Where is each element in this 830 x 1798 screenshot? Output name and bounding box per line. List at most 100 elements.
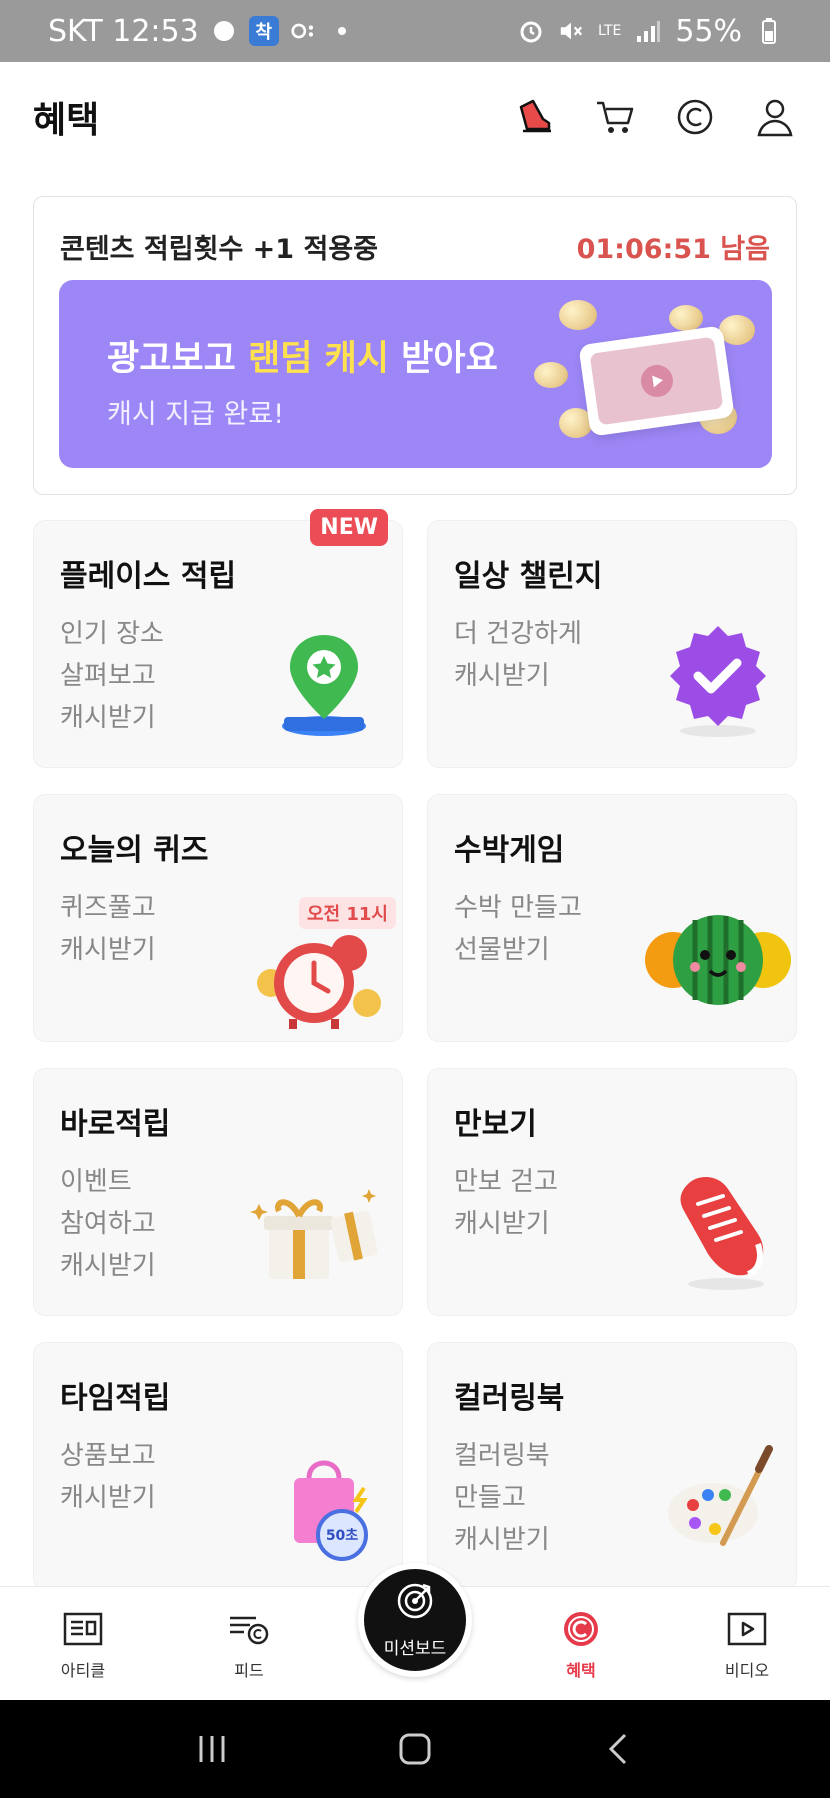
card-desc-line: 캐시받기 [60, 703, 156, 733]
nav-label: 비디오 [724, 1660, 770, 1680]
coin-icon [534, 362, 568, 388]
card-desc: 만보 걷고 캐시받기 [454, 1161, 558, 1245]
check-badge-icon [663, 621, 773, 745]
cash-coin-icon [559, 1607, 603, 1651]
card-desc-line: 캐시받기 [60, 935, 156, 965]
nav-feed[interactable]: 피드 [166, 1587, 332, 1700]
sneaker-icon [668, 1164, 778, 1298]
battery-icon [756, 18, 782, 44]
card-coloring-book[interactable]: 컬러링북 컬러링북 만들고 캐시받기 [427, 1342, 797, 1590]
card-title: 수박게임 [454, 833, 565, 868]
mission-board-button[interactable]: 미션보드 [358, 1563, 472, 1677]
signal-icon [635, 18, 661, 44]
banner-highlight: 랜덤 캐시 [248, 339, 389, 379]
card-desc-line: 만보 걷고 [454, 1167, 558, 1197]
system-nav-bar [0, 1700, 830, 1798]
card-title: 만보기 [454, 1107, 537, 1142]
card-title: 플레이스 적립 [60, 559, 237, 594]
card-desc-line: 캐시받기 [454, 1525, 550, 1555]
card-daily-quiz[interactable]: 오늘의 퀴즈 퀴즈풀고 캐시받기 오전 11시 [33, 794, 403, 1042]
card-desc: 인기 장소 살펴보고 캐시받기 [60, 613, 164, 739]
mission-board-label: 미션보드 [383, 1639, 447, 1659]
card-desc-line: 인기 장소 [60, 619, 164, 649]
card-title: 바로적립 [60, 1107, 171, 1142]
card-desc-line: 수박 만들고 [454, 893, 582, 923]
card-instant-reward[interactable]: 바로적립 이벤트 참여하고 캐시받기 [33, 1068, 403, 1316]
promo-title: 콘텐츠 적립횟수 +1 적용중 [60, 234, 379, 265]
card-desc: 상품보고 캐시받기 [60, 1435, 156, 1519]
card-daily-challenge[interactable]: 일상 챌린지 더 건강하게 캐시받기 [427, 520, 797, 768]
article-icon [61, 1607, 105, 1651]
card-title: 타임적립 [60, 1381, 171, 1416]
new-badge: NEW [310, 509, 388, 546]
card-title: 일상 챌린지 [454, 559, 603, 594]
cart-icon[interactable] [593, 95, 637, 139]
card-desc-line: 더 건강하게 [454, 619, 582, 649]
card-desc: 이벤트 참여하고 캐시받기 [60, 1161, 156, 1287]
card-desc-line: 캐시받기 [60, 1251, 156, 1281]
card-desc-line: 컬러링북 [454, 1441, 550, 1471]
card-desc-line: 상품보고 [60, 1441, 156, 1471]
card-desc: 더 건강하게 캐시받기 [454, 613, 582, 697]
card-place-reward[interactable]: NEW 플레이스 적립 인기 장소 살펴보고 캐시받기 [33, 509, 403, 768]
app-header: 혜택 [0, 62, 830, 172]
card-watermelon-game[interactable]: 수박게임 수박 만들고 선물받기 [427, 794, 797, 1042]
card-desc-line: 살펴보고 [60, 661, 156, 691]
card-desc-line: 선물받기 [454, 935, 550, 965]
coin-icon [559, 300, 597, 330]
nav-label: 피드 [234, 1660, 264, 1680]
app-notification-icon [211, 18, 237, 44]
banner-suffix: 받아요 [389, 339, 498, 379]
alarm-icon [518, 18, 544, 44]
home-icon[interactable] [385, 1719, 445, 1779]
card-desc: 수박 만들고 선물받기 [454, 887, 582, 971]
banner-headline: 광고보고 랜덤 캐시 받아요 [107, 330, 498, 381]
card-desc-line: 만들고 [454, 1483, 526, 1513]
card-desc-line: 캐시받기 [454, 1209, 550, 1239]
mute-icon [558, 18, 584, 44]
card-pedometer[interactable]: 만보기 만보 걷고 캐시받기 [427, 1068, 797, 1316]
profile-icon[interactable] [753, 95, 797, 139]
card-title: 오늘의 퀴즈 [60, 833, 209, 868]
cash-icon[interactable] [673, 95, 717, 139]
back-icon[interactable] [588, 1719, 648, 1779]
promo-card: 콘텐츠 적립횟수 +1 적용중 01:06:51 남음 광고보고 랜덤 캐시 받… [33, 196, 797, 495]
feed-icon [227, 1607, 271, 1651]
card-desc-line: 캐시받기 [454, 661, 550, 691]
paint-palette-icon [663, 1443, 783, 1567]
card-time-reward[interactable]: 타임적립 상품보고 캐시받기 50초 [33, 1342, 403, 1590]
battery-percent: 55% [675, 13, 742, 49]
video-icon [725, 1607, 769, 1651]
nav-video[interactable]: 비디오 [664, 1587, 830, 1700]
page-title: 혜택 [33, 100, 100, 141]
app-badge-icon: 착 [248, 16, 279, 46]
recent-apps-icon[interactable] [182, 1719, 242, 1779]
card-title: 컬러링북 [454, 1381, 565, 1416]
play-icon [638, 362, 676, 400]
status-bar: SKT 12:53 착 LTE 55% [0, 0, 830, 62]
dot-icon [329, 18, 355, 44]
card-desc-line: 퀴즈풀고 [60, 893, 156, 923]
alarm-clock-icon [249, 923, 389, 1037]
timer-badge: 50초 [316, 1509, 368, 1561]
card-desc: 퀴즈풀고 캐시받기 [60, 887, 156, 971]
nav-label: 아티클 [60, 1660, 106, 1680]
card-desc-line: 캐시받기 [60, 1483, 156, 1513]
promo-timer: 01:06:51 남음 [576, 234, 770, 265]
map-pin-icon [274, 631, 374, 745]
nav-benefits[interactable]: 혜택 [498, 1587, 664, 1700]
banner-prefix: 광고보고 [107, 339, 248, 379]
ad-reward-banner[interactable]: 광고보고 랜덤 캐시 받아요 캐시 지급 완료! [59, 280, 772, 468]
shoe-icon[interactable] [513, 95, 557, 139]
gift-box-icon [249, 1174, 389, 1298]
card-desc: 컬러링북 만들고 캐시받기 [454, 1435, 550, 1561]
coin-icon [719, 315, 755, 345]
watermelon-icon [643, 905, 793, 1019]
carrier-time: SKT 12:53 [48, 13, 199, 49]
nav-label: 혜택 [566, 1660, 596, 1680]
target-icon [395, 1581, 435, 1626]
nav-article[interactable]: 아티클 [0, 1587, 166, 1700]
timer-badge-label: 50초 [325, 1528, 359, 1544]
banner-subtext: 캐시 지급 완료! [107, 399, 285, 430]
card-desc-line: 이벤트 [60, 1167, 132, 1197]
